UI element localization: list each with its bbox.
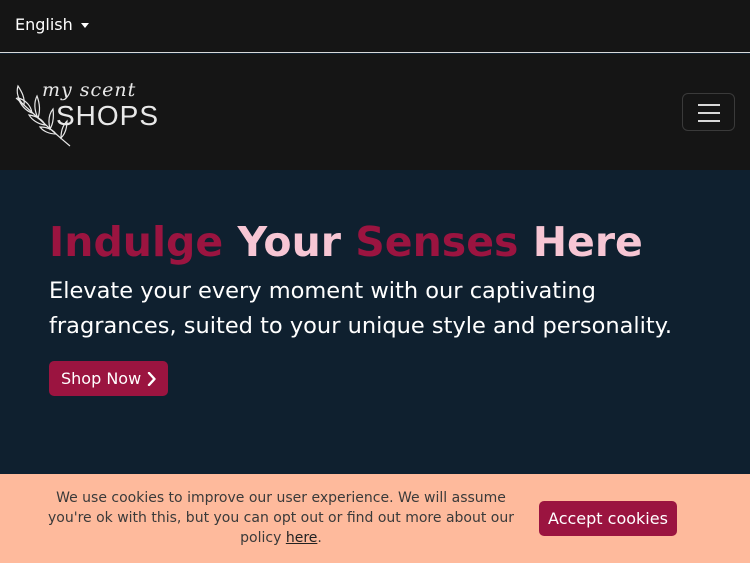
shop-now-button[interactable]: Shop Now: [49, 361, 169, 396]
chevron-right-icon: [147, 371, 156, 386]
cookie-message: We use cookies to improve our user exper…: [40, 488, 522, 548]
hero-title: Indulge Your Senses Here: [49, 218, 643, 266]
cookie-message-period: .: [317, 530, 322, 546]
hamburger-icon-line: [698, 112, 720, 114]
hamburger-icon-line: [698, 104, 720, 106]
language-dropdown[interactable]: English: [15, 15, 89, 34]
hero-title-word: Senses: [355, 218, 519, 266]
cookie-message-text: We use cookies to improve our user exper…: [48, 490, 514, 546]
language-label: English: [15, 15, 73, 34]
logo-script-text: my scent: [42, 79, 137, 101]
hero-section: Indulge Your Senses Here Elevate your ev…: [0, 170, 750, 474]
hero-subtitle: Elevate your every moment with our capti…: [49, 278, 672, 339]
brand-logo[interactable]: my scent SHOPS: [12, 76, 162, 147]
hero-title-word: Here: [532, 218, 643, 266]
hero-title-word: Your: [237, 218, 341, 266]
accept-cookies-button[interactable]: Accept cookies: [539, 501, 677, 536]
logo-text: SHOPS: [56, 100, 160, 131]
hamburger-icon-line: [698, 120, 720, 122]
shop-now-label: Shop Now: [61, 369, 142, 388]
menu-toggle-button[interactable]: [682, 93, 735, 131]
cookie-banner: We use cookies to improve our user exper…: [0, 474, 750, 563]
hero-title-word: Indulge: [49, 218, 224, 266]
navbar: my scent SHOPS: [0, 54, 750, 170]
top-bar: English: [0, 0, 750, 53]
caret-down-icon: [80, 22, 89, 28]
cookie-policy-link[interactable]: here: [286, 530, 318, 546]
